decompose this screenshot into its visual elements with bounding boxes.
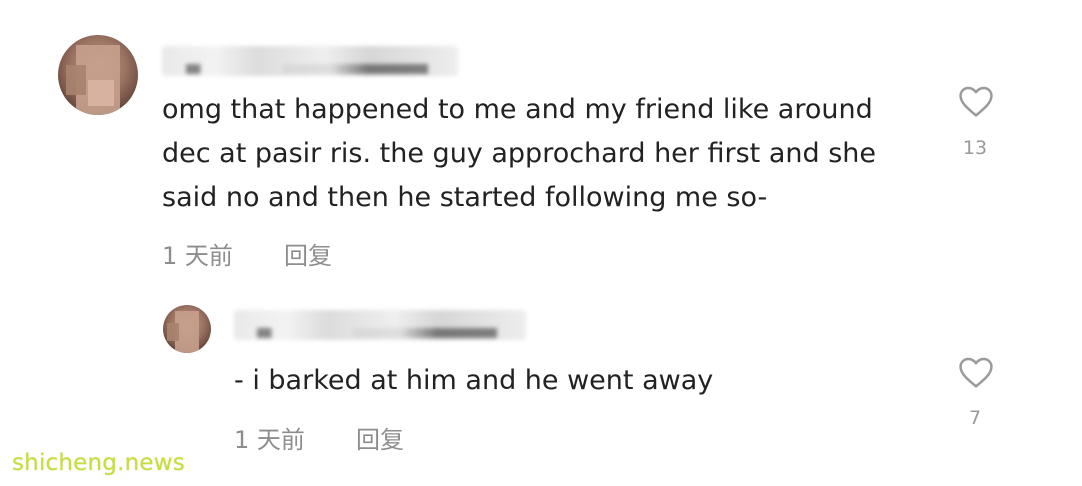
- reply-button[interactable]: 回复: [284, 236, 332, 271]
- avatar-blur: [88, 80, 114, 106]
- comment-text-line: dec at pasir ris. the guy approchard her…: [162, 138, 876, 169]
- like-button[interactable]: [956, 355, 996, 389]
- comment: omg that happened to me and my friend li…: [0, 0, 1082, 290]
- comment-timestamp: 1 天前: [162, 242, 233, 270]
- comment-text-line: omg that happened to me and my friend li…: [162, 94, 873, 125]
- like-button[interactable]: [956, 84, 996, 118]
- avatar[interactable]: [163, 305, 211, 353]
- heart-outline-icon: [959, 357, 993, 388]
- username-blurred[interactable]: [234, 310, 526, 340]
- like-count: 7: [968, 407, 982, 429]
- heart-outline-icon: [959, 86, 993, 117]
- avatar-blur: [167, 323, 179, 341]
- comment-text-line: - i barked at him and he went away: [234, 365, 714, 396]
- avatar-blur: [66, 65, 86, 95]
- comment-text-line: said no and then he started following me…: [162, 182, 768, 213]
- username-blurred[interactable]: [162, 46, 458, 76]
- reply-button[interactable]: 回复: [356, 420, 404, 455]
- like-count: 13: [962, 137, 988, 159]
- watermark: shicheng.news: [12, 450, 185, 476]
- comment-timestamp: 1 天前: [234, 426, 305, 454]
- avatar[interactable]: [58, 35, 138, 115]
